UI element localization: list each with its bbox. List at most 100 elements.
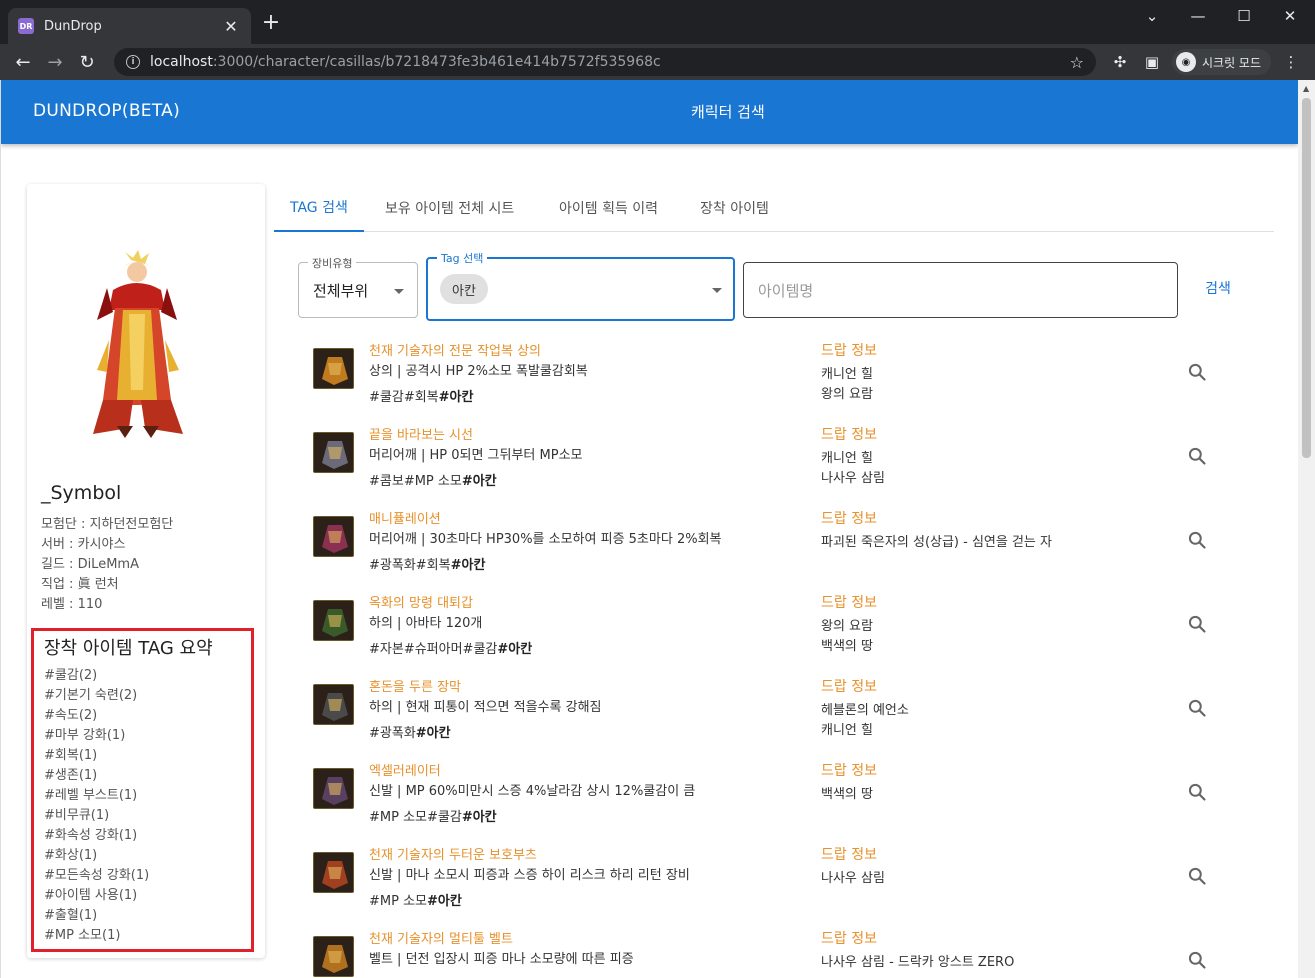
tab-close-icon[interactable]: ✕ — [221, 17, 241, 36]
item-tag-highlight: #아칸 — [461, 474, 497, 489]
character-info: 모험단 : 지하던전모험단 서버 : 카시야스 길드 : DiLeMmA 직업 … — [41, 515, 173, 615]
info-guild: 길드 : DiLeMmA — [41, 557, 139, 572]
item-name[interactable]: 천재 기술자의 멀티툴 벨트 — [369, 928, 513, 947]
chevron-down-icon — [394, 289, 404, 294]
search-icon[interactable] — [1187, 446, 1207, 466]
browser-tab[interactable]: DR DunDrop ✕ — [8, 8, 251, 44]
item-row: 천재 기술자의 두터운 보호부츠 신발 | 마나 소모시 피증과 스증 하이 리… — [301, 844, 1251, 928]
item-icon — [314, 601, 353, 640]
item-thumbnail — [313, 936, 354, 977]
back-icon[interactable]: ← — [8, 47, 38, 77]
tag-summary-list: #쿨감(2) #기본기 숙련(2) #속도(2) #마부 강화(1) #회복(1) #생존… — [44, 666, 241, 946]
tag-select-label: Tag 선택 — [437, 250, 488, 266]
item-row: 혼돈을 두른 장막 하의 | 현재 피통이 적으면 적을수록 강해짐 #광폭화#… — [301, 676, 1251, 760]
item-thumbnail — [313, 684, 354, 725]
tab-search-chevron-icon[interactable]: ⌄ — [1129, 0, 1175, 32]
item-tag-list: #콤보#MP 소모 — [369, 474, 462, 489]
item-thumbnail — [313, 600, 354, 641]
minimize-icon[interactable]: — — [1175, 0, 1221, 32]
scrollbar[interactable]: ▲ — [1298, 80, 1315, 978]
search-icon[interactable] — [1187, 362, 1207, 382]
item-tag-highlight: #아칸 — [438, 390, 474, 405]
item-name[interactable]: 옥화의 망령 대퇴갑 — [369, 592, 473, 611]
incognito-indicator[interactable]: ◉ 시크릿 모드 — [1171, 49, 1271, 75]
tab-equipped-items[interactable]: 장착 아이템 — [684, 184, 785, 232]
tag-chip[interactable]: 아칸 — [440, 274, 488, 304]
item-tag-list: #광폭화 — [369, 726, 416, 741]
item-thumbnail — [313, 516, 354, 557]
drop-source: 파괴된 죽은자의 성(상급) - 심연을 걷는 자 — [821, 535, 1052, 550]
drop-info-heading: 드랍 정보 — [821, 763, 877, 779]
item-name[interactable]: 매니퓰레이션 — [369, 508, 441, 527]
item-row: 매니퓰레이션 머리어깨 | 30초마다 HP30%를 소모하여 피증 5초마다 … — [301, 508, 1251, 592]
bookmark-star-icon[interactable]: ☆ — [1070, 53, 1084, 72]
drop-source: 헤블론의 예언소 — [821, 703, 909, 718]
equip-type-select[interactable]: 장비유형 전체부위 — [298, 255, 418, 318]
item-name[interactable]: 천재 기술자의 전문 작업복 상의 — [369, 340, 541, 359]
search-icon[interactable] — [1187, 530, 1207, 550]
new-tab-icon[interactable]: + — [260, 12, 282, 34]
drop-source: 나사우 삼림 — [821, 871, 885, 886]
reload-icon[interactable]: ↻ — [72, 47, 102, 77]
drop-info-heading: 드랍 정보 — [821, 427, 877, 443]
drop-source: 백색의 땅 — [821, 787, 873, 802]
item-row: 엑셀러레이터 신발 | MP 60%미만시 스증 4%날라감 상시 12%쿨감이… — [301, 760, 1251, 844]
item-icon — [314, 853, 353, 892]
scroll-thumb[interactable] — [1302, 98, 1311, 458]
tab-tag-search[interactable]: TAG 검색 — [274, 184, 364, 232]
tag-summary-item: #쿨감(2) — [44, 668, 98, 683]
tag-select[interactable]: Tag 선택 아칸 — [426, 250, 735, 321]
item-name[interactable]: 천재 기술자의 두터운 보호부츠 — [369, 844, 537, 863]
page-viewport: DUNDROP(BETA) 캐릭터 검색 _Symbol 모험단 : 지하던전모… — [0, 80, 1315, 978]
side-panel-icon[interactable]: ▣ — [1136, 47, 1168, 77]
tab-owned-items-sheet[interactable]: 보유 아이템 전체 시트 — [369, 184, 530, 232]
tag-summary-item: #출혈(1) — [44, 908, 98, 923]
item-tag-highlight: #아칸 — [497, 642, 533, 657]
item-tag-highlight: #아칸 — [461, 810, 497, 825]
item-icon — [314, 937, 353, 976]
tab-item-acquisition-history[interactable]: 아이템 획득 이력 — [543, 184, 674, 232]
tag-summary-item: #마부 강화(1) — [44, 728, 126, 743]
search-icon[interactable] — [1187, 698, 1207, 718]
url-host: localhost — [150, 54, 213, 70]
item-icon — [314, 517, 353, 556]
item-description: 하의 | 현재 피통이 적으면 적을수록 강해짐 — [369, 700, 602, 715]
item-name[interactable]: 혼돈을 두른 장막 — [369, 676, 461, 695]
header-title[interactable]: 캐릭터 검색 — [691, 101, 765, 122]
extensions-icon[interactable]: ✣ — [1104, 47, 1136, 77]
maximize-icon[interactable]: ☐ — [1221, 0, 1267, 32]
search-icon[interactable] — [1187, 782, 1207, 802]
item-name[interactable]: 엑셀러레이터 — [369, 760, 441, 779]
item-name-placeholder: 아이템명 — [758, 282, 814, 300]
item-name[interactable]: 끝을 바라보는 시선 — [369, 424, 473, 443]
profile-card: _Symbol 모험단 : 지하던전모험단 서버 : 카시야스 길드 : DiL… — [27, 184, 265, 958]
item-description: 상의 | 공격시 HP 2%소모 폭발쿨감회복 — [369, 364, 588, 379]
window-close-icon[interactable]: ✕ — [1267, 0, 1313, 32]
item-tags: #쿨감#회복#아칸 — [369, 386, 473, 405]
tag-summary-item: #생존(1) — [44, 768, 98, 783]
address-bar[interactable]: i localhost:3000/character/casillas/b721… — [114, 48, 1096, 76]
drop-source: 나사우 삼림 - 드락카 앙스트 ZERO — [821, 955, 1015, 970]
item-thumbnail — [313, 768, 354, 809]
item-row: 천재 기술자의 전문 작업복 상의 상의 | 공격시 HP 2%소모 폭발쿨감회… — [301, 340, 1251, 424]
search-icon[interactable] — [1187, 950, 1207, 970]
site-info-icon[interactable]: i — [126, 55, 140, 69]
search-button[interactable]: 검색 — [1193, 271, 1243, 305]
tag-summary-item: #기본기 숙련(2) — [44, 688, 138, 703]
info-class: 직업 : 眞 런처 — [41, 577, 119, 592]
search-icon[interactable] — [1187, 614, 1207, 634]
item-thumbnail — [313, 432, 354, 473]
search-icon[interactable] — [1187, 866, 1207, 886]
item-icon — [314, 349, 353, 388]
item-description: 머리어깨 | 30초마다 HP30%를 소모하여 피증 5초마다 2%회복 — [369, 532, 722, 547]
item-thumbnail — [313, 348, 354, 389]
menu-kebab-icon[interactable]: ⋮ — [1275, 47, 1307, 77]
tag-summary-item: #레벨 부스트(1) — [44, 788, 138, 803]
scroll-up-icon[interactable]: ▲ — [1303, 84, 1309, 93]
tag-summary-item: #화상(1) — [44, 848, 98, 863]
info-level: 레벨 : 110 — [41, 597, 103, 612]
brand-logo[interactable]: DUNDROP(BETA) — [33, 101, 180, 121]
forward-icon[interactable]: → — [40, 47, 70, 77]
item-description: 벨트 | 던전 입장시 피증 마나 소모량에 따른 피증 — [369, 952, 634, 967]
item-name-input[interactable]: 아이템명 — [743, 262, 1178, 318]
